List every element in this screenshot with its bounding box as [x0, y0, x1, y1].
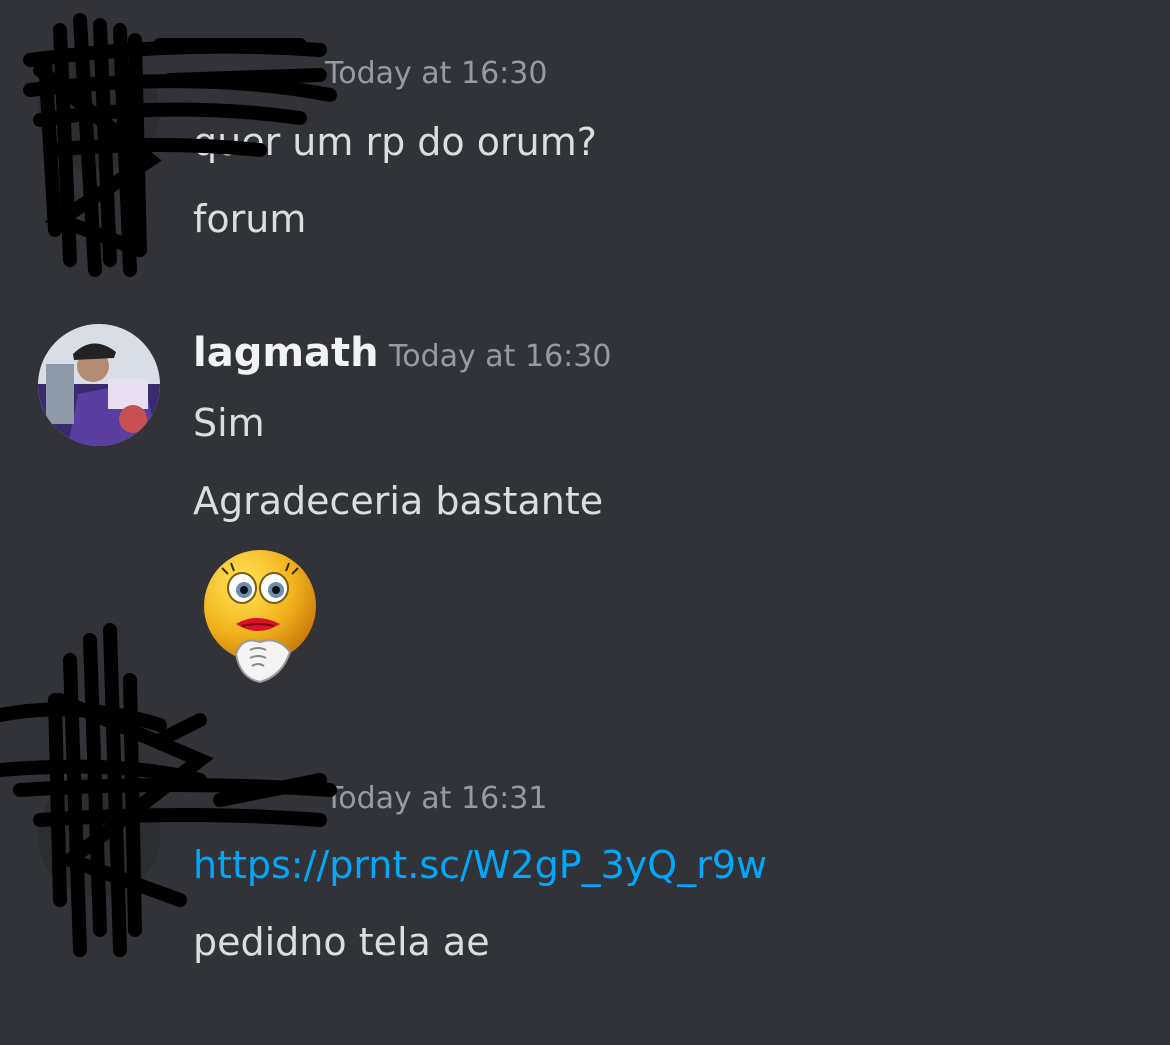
- message-timestamp[interactable]: Today at 16:31: [325, 781, 547, 816]
- avatar[interactable]: [38, 775, 160, 897]
- message-timestamp[interactable]: Today at 16:30: [389, 339, 611, 374]
- avatar-image: [38, 324, 160, 446]
- avatar[interactable]: [38, 324, 160, 446]
- username[interactable]: lagmath: [193, 330, 379, 376]
- sticker-thinking-emoji-icon[interactable]: [198, 544, 326, 689]
- message-link[interactable]: https://prnt.sc/W2gP_3yQ_r9w: [193, 843, 767, 887]
- message-timestamp[interactable]: Today at 16:30: [325, 56, 547, 91]
- avatar[interactable]: [38, 50, 160, 172]
- message-text: quer um rp do orum?: [193, 120, 597, 164]
- message-text: forum: [193, 197, 307, 241]
- message-text: Sim: [193, 401, 265, 445]
- message-text: Agradeceria bastante: [193, 479, 604, 523]
- message-text: pedidno tela ae: [193, 920, 490, 964]
